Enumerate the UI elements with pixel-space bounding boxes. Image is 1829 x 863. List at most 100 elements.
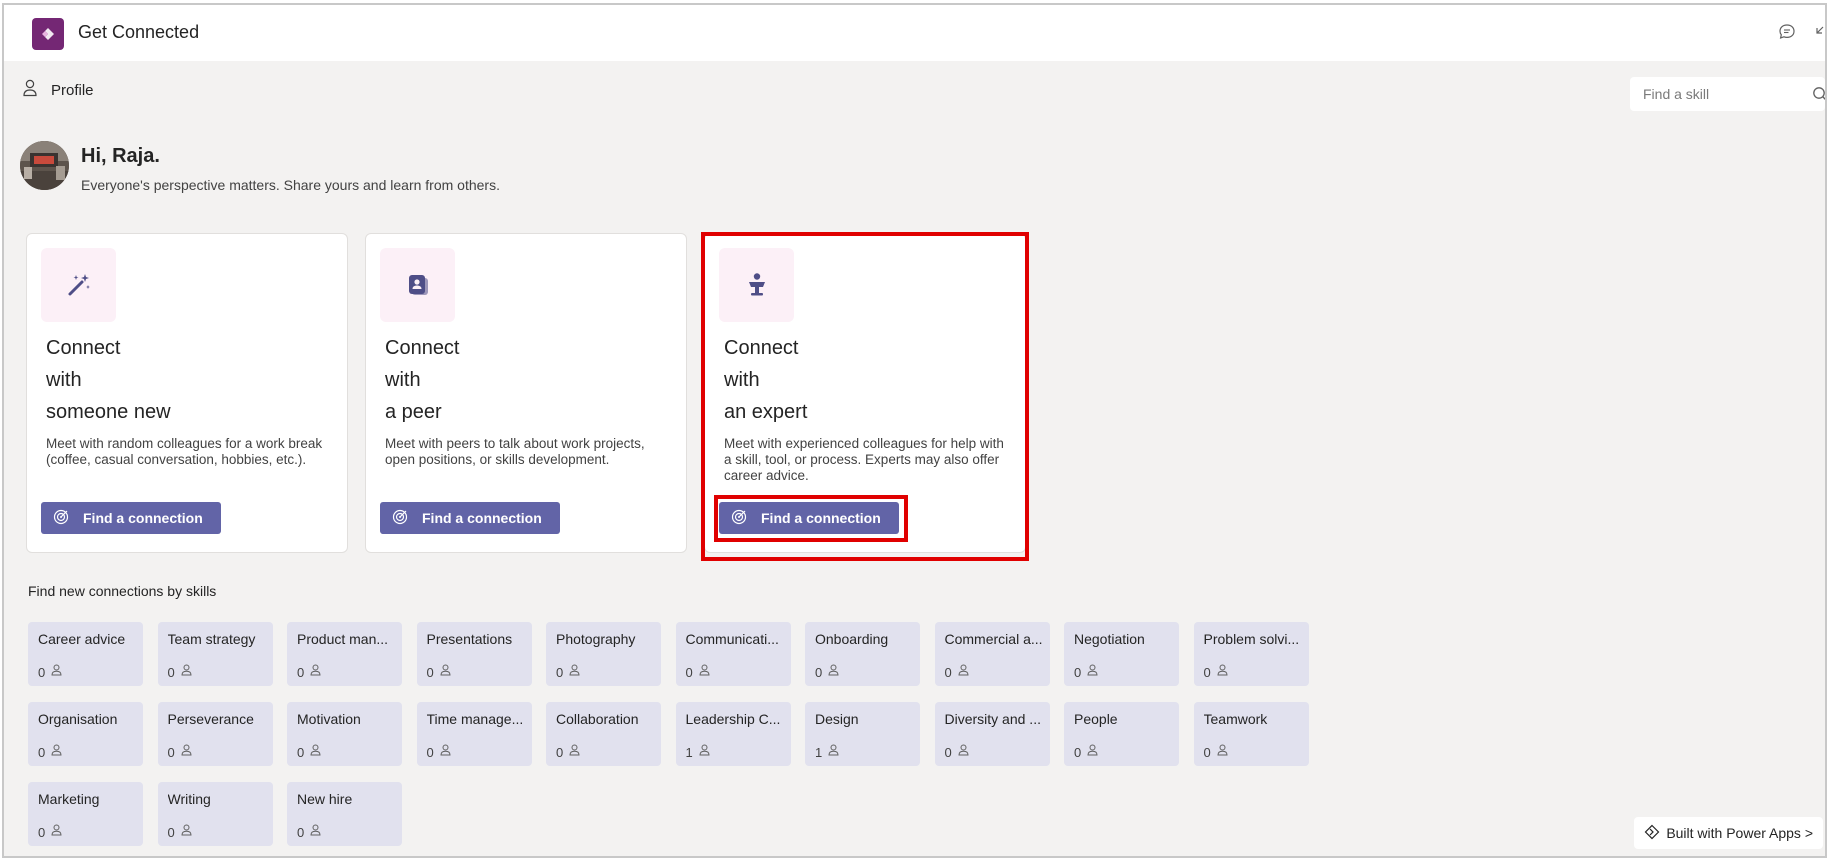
- highlight-box-button: [714, 495, 908, 542]
- target-icon: [392, 509, 408, 528]
- skill-count: 0: [297, 824, 305, 840]
- skill-tile[interactable]: Diversity and ... 0: [934, 702, 1050, 766]
- skill-count: 0: [1203, 744, 1211, 760]
- skill-count-row: 0: [297, 823, 321, 841]
- profile-button[interactable]: Profile: [22, 79, 94, 102]
- skill-count: 0: [426, 664, 434, 680]
- skill-tile[interactable]: Problem solvi... 0: [1193, 622, 1309, 686]
- skill-count: 0: [426, 744, 434, 760]
- person-icon: [958, 663, 969, 681]
- find-connection-button[interactable]: Find a connection: [380, 502, 560, 534]
- button-label: Find a connection: [422, 510, 542, 526]
- skills-grid: Career advice 0 Team strategy 0 Product man.…: [28, 622, 1348, 846]
- skill-tile[interactable]: Motivation 0: [287, 702, 402, 766]
- skill-count: 0: [1203, 664, 1211, 680]
- skill-count-row: 0: [556, 743, 580, 761]
- powered-label: Built with Power Apps >: [1666, 825, 1813, 841]
- skill-name: Organisation: [38, 711, 118, 727]
- skill-count-row: 0: [168, 823, 192, 841]
- skill-count: 0: [815, 664, 823, 680]
- skill-name: Writing: [167, 791, 211, 807]
- skill-tile[interactable]: Team strategy 0: [157, 622, 273, 686]
- person-icon: [828, 663, 839, 681]
- skill-count-row: 1: [815, 743, 839, 761]
- skill-name: Communicati...: [685, 631, 779, 647]
- skill-name: Diversity and ...: [944, 711, 1041, 727]
- person-icon: [699, 743, 710, 761]
- skill-count: 0: [38, 824, 46, 840]
- expand-icon[interactable]: [1813, 23, 1825, 41]
- built-with-power-apps-button[interactable]: Built with Power Apps >: [1634, 817, 1823, 849]
- skill-search-input[interactable]: [1630, 77, 1800, 111]
- skill-count: 0: [297, 664, 305, 680]
- skill-name: People: [1074, 711, 1118, 727]
- skill-tile[interactable]: Communicati... 0: [675, 622, 791, 686]
- person-icon: [1217, 743, 1228, 761]
- skill-name: Collaboration: [556, 711, 639, 727]
- app-window: Get Connected Profile Find a skill Hi, R…: [2, 3, 1827, 858]
- person-icon: [51, 663, 62, 681]
- person-icon: [22, 79, 38, 102]
- person-icon: [1217, 663, 1228, 681]
- skills-heading: Find new connections by skills: [28, 583, 217, 599]
- skill-count: 0: [38, 664, 46, 680]
- skill-tile[interactable]: Marketing 0: [28, 782, 143, 846]
- skill-tile[interactable]: Commercial a... 0: [934, 622, 1050, 686]
- skill-tile[interactable]: Product man... 0: [287, 622, 402, 686]
- toolbar: Profile: [4, 61, 1825, 121]
- skill-name: Career advice: [38, 631, 126, 647]
- profile-label: Profile: [51, 82, 94, 99]
- skill-tile[interactable]: Photography 0: [546, 622, 661, 686]
- skill-count: 0: [167, 744, 175, 760]
- skill-count: 1: [815, 744, 823, 760]
- find-connection-button[interactable]: Find a connection: [41, 502, 221, 534]
- skill-count-row: 0: [1074, 663, 1098, 681]
- skill-count-row: 0: [1204, 743, 1228, 761]
- person-icon: [181, 823, 192, 841]
- search-icon[interactable]: [1812, 86, 1825, 103]
- skill-tile[interactable]: Perseverance 0: [157, 702, 273, 766]
- skill-name: Time manage...: [426, 711, 524, 727]
- skill-count: 1: [685, 744, 693, 760]
- skill-tile[interactable]: Time manage... 0: [416, 702, 532, 766]
- skill-tile[interactable]: Presentations 0: [416, 622, 532, 686]
- skill-name: Onboarding: [815, 631, 889, 647]
- skill-name: New hire: [297, 791, 353, 807]
- skill-count-row: 0: [168, 663, 192, 681]
- title-bar: Get Connected: [4, 5, 1825, 61]
- skill-name: Problem solvi...: [1203, 631, 1300, 647]
- skill-tile[interactable]: Teamwork 0: [1193, 702, 1309, 766]
- skill-tile[interactable]: Writing 0: [157, 782, 273, 846]
- card-description: Meet with random colleagues for a work b…: [46, 436, 323, 467]
- chat-icon[interactable]: [1777, 22, 1797, 42]
- person-icon: [181, 663, 192, 681]
- person-icon: [1087, 663, 1098, 681]
- skill-tile[interactable]: Design 1: [805, 702, 920, 766]
- skill-count: 0: [556, 664, 564, 680]
- skill-count-row: 0: [556, 663, 580, 681]
- skill-tile[interactable]: Negotiation 0: [1064, 622, 1179, 686]
- greeting-title: Hi, Raja.: [81, 145, 160, 167]
- skill-tile[interactable]: Collaboration 0: [546, 702, 661, 766]
- skill-count-row: 0: [1204, 663, 1228, 681]
- skill-count-row: 0: [38, 823, 62, 841]
- skill-count: 0: [1074, 664, 1082, 680]
- skill-tile[interactable]: People 0: [1064, 702, 1179, 766]
- skill-tile[interactable]: Career advice 0: [28, 622, 143, 686]
- person-icon: [569, 663, 580, 681]
- person-icon: [440, 743, 451, 761]
- skill-count: 0: [297, 744, 305, 760]
- person-icon: [51, 823, 62, 841]
- skill-count-row: 0: [945, 663, 969, 681]
- skill-name: Leadership C...: [685, 711, 781, 727]
- card-someone-new: Connect with someone new Meet with rando…: [26, 233, 348, 553]
- skill-count-row: 0: [815, 663, 839, 681]
- skill-tile[interactable]: Leadership C... 1: [675, 702, 791, 766]
- skill-count-row: 0: [38, 663, 62, 681]
- skill-count-row: 0: [38, 743, 62, 761]
- skill-count-row: 0: [427, 663, 451, 681]
- skill-tile[interactable]: New hire 0: [287, 782, 402, 846]
- skill-tile[interactable]: Onboarding 0: [805, 622, 920, 686]
- skill-count-row: 0: [686, 663, 710, 681]
- skill-tile[interactable]: Organisation 0: [28, 702, 143, 766]
